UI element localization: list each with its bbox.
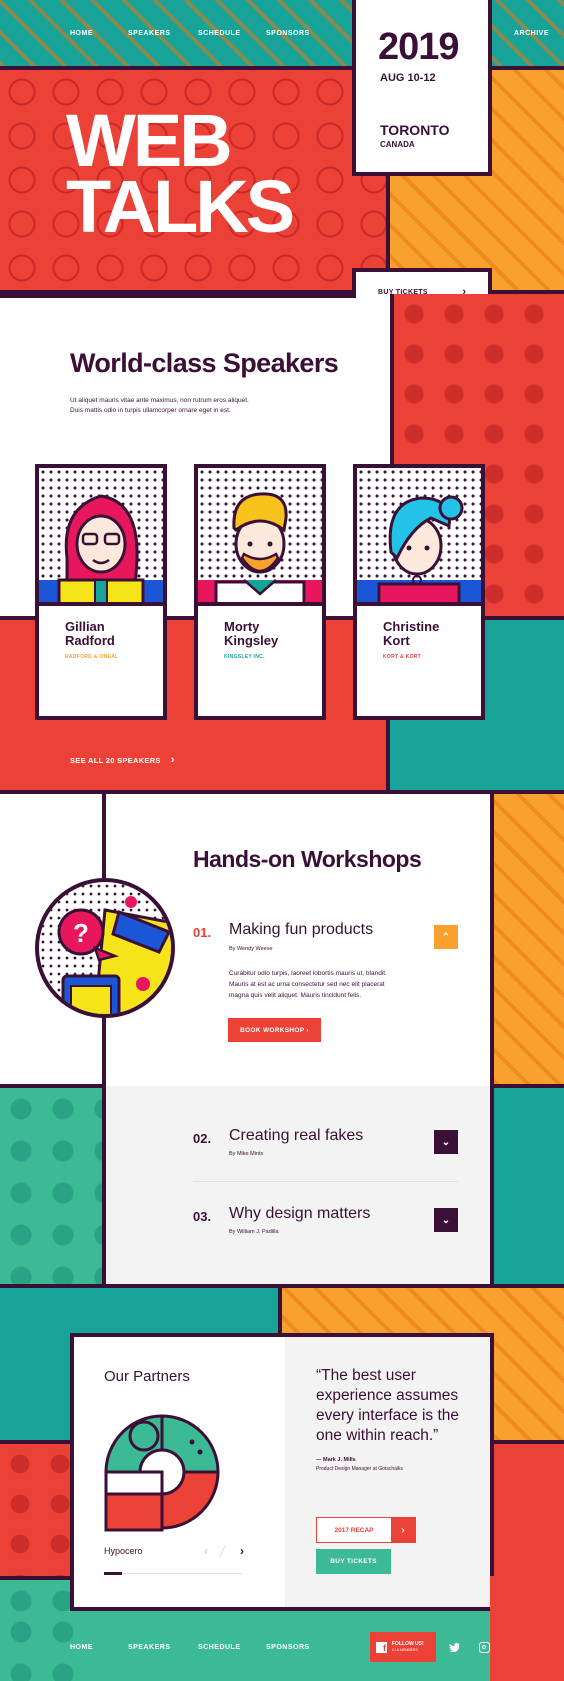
speaker-last-name: Radford <box>65 633 115 648</box>
event-city: TORONTO <box>380 122 450 138</box>
follow-text: FOLLOW US! 2.1K MEMBERS <box>392 1641 424 1653</box>
testimonial-quote: “The best user experience assumes every … <box>316 1367 460 1444</box>
instagram-glyph <box>478 1641 490 1653</box>
book-workshop-button[interactable]: BOOK WORKSHOP › <box>228 1018 321 1042</box>
slider-progress <box>104 1572 122 1575</box>
workshop-number: 01. <box>193 925 212 940</box>
nav-schedule[interactable]: SCHEDULE <box>198 30 241 37</box>
event-year: 2019 <box>378 26 460 68</box>
speaker-name: Christine Kort <box>383 620 473 648</box>
instagram-lens <box>482 1645 486 1649</box>
workshop-title[interactable]: Making fun products <box>229 921 373 939</box>
speakers-heading: World-class Speakers <box>70 348 339 378</box>
partner-name: Hypocero <box>104 1546 143 1556</box>
chevron-down-icon: ⌄ <box>441 1214 451 1226</box>
speaker-portrait <box>198 468 322 606</box>
expand-toggle[interactable]: ⌄ <box>434 1130 458 1154</box>
speaker-company: KORT & KORT <box>383 654 422 660</box>
quote-author-role: Product Design Manager at Gotschalks <box>316 1466 403 1472</box>
recap-button[interactable]: 2017 RECAP › <box>316 1517 416 1543</box>
speaker-first-name: Christine <box>383 619 440 634</box>
nav-archive[interactable]: ARCHIVE <box>514 30 549 37</box>
speaker-card[interactable]: Morty Kingsley KINGSLEY INC. <box>194 464 326 720</box>
workshops-collapsed-panel <box>106 1086 490 1284</box>
speaker-company: RADFORD & ONEAL <box>65 654 119 660</box>
speakers-intro-line2: Duis mattis odio in turpis ullamcorper o… <box>70 407 231 414</box>
workshops-right-deco-orange <box>490 794 564 1084</box>
workshop-author: By William J. Padilla <box>229 1229 279 1235</box>
date-card: 2019 AUG 10-12 TORONTO CANADA <box>352 0 492 176</box>
divider <box>193 1181 458 1182</box>
footer-right-deco <box>490 1576 564 1681</box>
partners-heading: Our Partners <box>104 1368 190 1385</box>
workshop-description-line2: Mauris at est ac urna consectetur sed ne… <box>229 981 385 988</box>
twitter-icon[interactable] <box>444 1637 464 1657</box>
workshop-illustration: ? <box>35 878 175 1018</box>
speaker-name: Gillian Radford <box>65 620 155 648</box>
nav-speakers[interactable]: SPEAKERS <box>128 30 171 37</box>
partner-logo <box>104 1412 224 1537</box>
slider-track <box>104 1573 242 1574</box>
workshop-description: Curabitur odio turpis, laoreet lobortis … <box>229 968 387 1001</box>
svg-text:?: ? <box>73 918 89 948</box>
speakers-intro-line1: Ut aliquet mauris vitae ante maximus, no… <box>70 397 249 404</box>
facebook-icon: f <box>376 1641 387 1653</box>
next-partner-button[interactable]: › <box>240 1544 244 1558</box>
nav-sponsors[interactable]: SPONSORS <box>266 30 310 37</box>
speaker-card[interactable]: Gillian Radford RADFORD & ONEAL <box>35 464 167 720</box>
chevron-up-icon: ⌃ <box>441 931 451 943</box>
nav-home[interactable]: HOME <box>70 30 93 37</box>
quote-author: — Mark J. Mills <box>316 1457 356 1463</box>
speaker-company: KINGSLEY INC. <box>224 654 265 660</box>
expand-toggle[interactable]: ⌄ <box>434 1208 458 1232</box>
footer-left-deco <box>0 1611 74 1681</box>
speakers-intro: Ut aliquet mauris vitae ante maximus, no… <box>70 396 249 416</box>
chevron-right-icon: › <box>170 754 175 766</box>
partners-deco-red-right <box>490 1440 564 1576</box>
speaker-name: Morty Kingsley <box>224 620 314 648</box>
speaker-portrait <box>357 468 481 606</box>
workshop-number: 02. <box>193 1131 212 1146</box>
workshop-description-line3: magna quis velit aliquet. Mauris tincidu… <box>229 992 362 999</box>
speaker-card[interactable]: Christine Kort KORT & KORT <box>353 464 485 720</box>
footer-nav-schedule[interactable]: SCHEDULE <box>198 1644 241 1651</box>
partners-deco-red-left <box>0 1440 74 1576</box>
follow-us-block[interactable]: f FOLLOW US! 2.1K MEMBERS <box>370 1632 436 1662</box>
speaker-portrait <box>39 468 163 606</box>
workshop-author: By Mike Mints <box>229 1151 264 1157</box>
workshops-right-deco-teal <box>490 1084 564 1284</box>
hero-title: WEB TALKS <box>66 104 295 248</box>
chevron-right-icon: › <box>391 1518 415 1542</box>
workshop-description-line1: Curabitur odio turpis, laoreet lobortis … <box>229 970 387 977</box>
workshop-title[interactable]: Why design matters <box>229 1205 370 1223</box>
footer-nav-speakers[interactable]: SPEAKERS <box>128 1644 171 1651</box>
see-all-speakers-label: SEE ALL 20 SPEAKERS <box>70 755 161 765</box>
follow-count: 2.1K MEMBERS <box>392 1648 418 1652</box>
footer-nav-home[interactable]: HOME <box>70 1644 93 1651</box>
speaker-first-name: Gillian <box>65 619 105 634</box>
chevron-down-icon: ⌄ <box>441 1136 451 1148</box>
event-country: CANADA <box>380 140 415 149</box>
speaker-first-name: Morty <box>224 619 260 634</box>
workshops-left-deco <box>0 1084 106 1284</box>
buy-tickets-secondary-button[interactable]: BUY TICKETS <box>316 1549 391 1574</box>
workshop-author: By Wendy Weese <box>229 946 273 952</box>
footer-nav-sponsors[interactable]: SPONSORS <box>266 1644 310 1651</box>
workshops-heading: Hands-on Workshops <box>193 846 422 872</box>
speaker-last-name: Kort <box>383 633 410 648</box>
workshop-number: 03. <box>193 1209 212 1224</box>
instagram-icon[interactable] <box>474 1637 494 1657</box>
prev-partner-button[interactable]: ‹ <box>204 1544 208 1558</box>
event-dates: AUG 10-12 <box>380 72 436 84</box>
workshop-title[interactable]: Creating real fakes <box>229 1127 363 1145</box>
collapse-toggle[interactable]: ⌃ <box>434 925 458 949</box>
hero-title-line2: TALKS <box>66 165 295 248</box>
see-all-speakers-link[interactable]: SEE ALL 20 SPEAKERS › <box>70 754 175 766</box>
speaker-last-name: Kingsley <box>224 633 279 648</box>
recap-label: 2017 RECAP <box>317 1518 391 1542</box>
